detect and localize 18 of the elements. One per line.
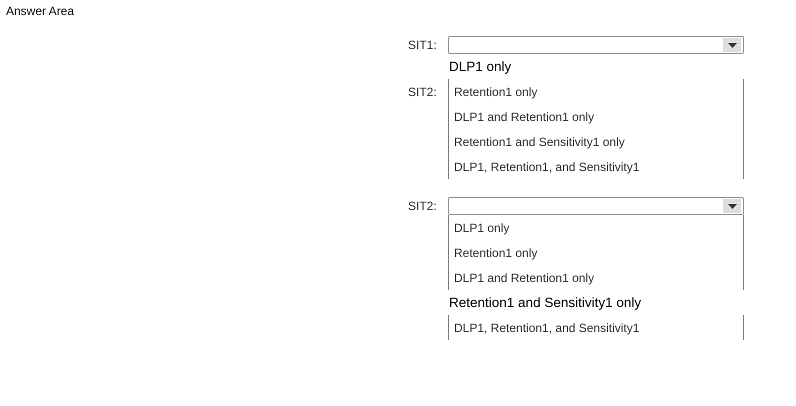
dropdown-option[interactable]: Retention1 and Sensitivity1 only xyxy=(448,290,744,315)
caret-icon xyxy=(728,42,736,48)
dropdown-option[interactable]: DLP1, Retention1, and Sensitivity1 xyxy=(448,315,744,340)
dropdown[interactable] xyxy=(448,197,744,215)
field-label: SIT1: xyxy=(408,38,438,52)
dropdown-option[interactable]: Retention1 only xyxy=(448,240,744,265)
dropdown[interactable] xyxy=(448,36,744,54)
dropdown-option[interactable]: DLP1 only xyxy=(448,54,744,79)
field-label: SIT2: xyxy=(408,84,438,98)
dropdown-option[interactable]: DLP1 and Retention1 only xyxy=(448,265,744,290)
answer-area-title: Answer Area xyxy=(5,3,76,20)
dropdown-option[interactable]: DLP1 only xyxy=(448,215,744,240)
dropdown-option[interactable]: Retention1 and Sensitivity1 only xyxy=(448,129,744,154)
dropdown-option[interactable]: DLP1 and Retention1 only xyxy=(448,104,744,129)
dropdown-option[interactable]: DLP1, Retention1, and Sensitivity1 xyxy=(448,154,744,179)
field-label: SIT2: xyxy=(408,199,438,213)
dropdown-option[interactable]: Retention1 only xyxy=(448,79,744,104)
caret-icon xyxy=(728,204,736,208)
